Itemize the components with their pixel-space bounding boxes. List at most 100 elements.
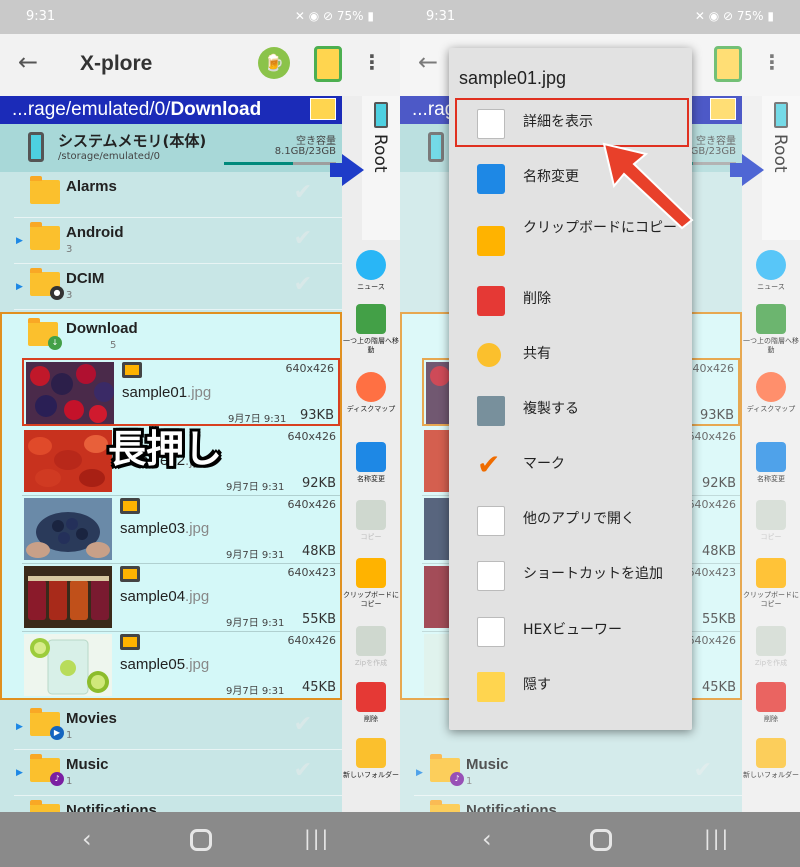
- folder-count: 3: [66, 290, 73, 301]
- hex-viewer-icon: [477, 617, 505, 647]
- strawberries-thumbnail: [24, 430, 112, 492]
- menu-item-hide[interactable]: 隠す: [449, 660, 692, 715]
- folder-count: 1: [66, 730, 73, 741]
- nav-bar: ‹ |||: [400, 812, 800, 867]
- device-switch-icon[interactable]: [314, 46, 342, 82]
- nav-recents-icon[interactable]: |||: [704, 826, 730, 850]
- camera-folder-icon: ●: [30, 268, 64, 300]
- root-label: Root: [370, 134, 390, 173]
- check-icon[interactable]: ✔: [294, 180, 312, 205]
- lime-drink-thumbnail: [24, 634, 112, 696]
- tool-clipboard[interactable]: クリップボードにコピー: [342, 558, 400, 609]
- side-toolbar: Root ニュース 一つ上の階層へ移動 ディスクマップ 名称変更 コピー クリッ…: [330, 96, 400, 812]
- file-resolution: 640x426: [287, 498, 336, 511]
- file-row-sample05[interactable]: sample05.jpg 640x426 9月7日 9:31 45KB: [22, 632, 340, 700]
- file-size: 92KB: [302, 476, 336, 491]
- check-icon[interactable]: ✔: [294, 712, 312, 737]
- expand-arrow-icon[interactable]: ▶: [16, 722, 23, 732]
- folder-name: Music: [66, 756, 109, 773]
- menu-item-open-with[interactable]: 他のアプリで開く: [449, 494, 692, 549]
- path-current: Download: [170, 99, 262, 120]
- expand-arrow-icon[interactable]: ▶: [16, 282, 23, 292]
- folder-alarms[interactable]: Alarms ✔: [14, 172, 342, 218]
- music-folder-icon: ♪: [30, 754, 64, 786]
- check-icon[interactable]: ✔: [294, 272, 312, 297]
- app-bar: ← X-plore 🍺 ⋮: [0, 34, 400, 96]
- path-prefix: ...rage/emulated/0/: [12, 99, 171, 120]
- tool-disk-map[interactable]: ディスクマップ: [342, 372, 400, 414]
- folder-music[interactable]: ▶ ♪ Music 1 ✔: [14, 750, 342, 796]
- menu-item-shortcut[interactable]: ショートカットを追加: [449, 549, 692, 604]
- berries-thumbnail: [26, 362, 114, 424]
- path-bar[interactable]: ...rage/emulated/0/Download: [0, 96, 342, 124]
- folder-count: 1: [66, 776, 73, 787]
- clipboard-icon: [356, 558, 386, 588]
- nav-home-icon[interactable]: [590, 829, 612, 851]
- tool-new-folder[interactable]: 新しいフォルダー: [342, 738, 400, 780]
- file-resolution: 640x426: [285, 362, 334, 375]
- tool-news[interactable]: ニュース: [342, 250, 400, 292]
- blueberries-thumbnail: [24, 498, 112, 560]
- file-name: sample05.jpg: [120, 656, 210, 673]
- beer-icon[interactable]: 🍺: [258, 47, 290, 79]
- download-folder-icon: ↓: [28, 318, 62, 350]
- folder-movies[interactable]: ▶ ▶ Movies 1 ✔: [14, 704, 342, 750]
- free-space-label: 空き容量: [296, 136, 336, 147]
- nav-back-icon[interactable]: ‹: [482, 825, 492, 853]
- storage-usage-bar: [224, 162, 336, 165]
- hide-icon: [477, 672, 505, 702]
- menu-item-hex-viewer[interactable]: HEXビューワー: [449, 605, 692, 660]
- nav-recents-icon[interactable]: |||: [304, 826, 330, 850]
- long-press-annotation: 長押し: [108, 427, 223, 471]
- folder-dcim[interactable]: ▶ ● DCIM 3 ✔: [14, 264, 342, 310]
- open-with-icon: [477, 506, 505, 536]
- tool-go-up[interactable]: 一つ上の階層へ移動: [342, 304, 400, 355]
- tool-zip[interactable]: Zipを作成: [342, 626, 400, 668]
- nav-back-icon[interactable]: ‹: [82, 825, 92, 853]
- tool-rename[interactable]: 名称変更: [342, 442, 400, 484]
- storage-header[interactable]: システムメモリ(本体) /storage/emulated/0 空き容量 8.1…: [0, 124, 342, 172]
- file-date: 9月7日 9:31: [226, 482, 285, 493]
- copy-icon: [356, 500, 386, 530]
- file-row-sample01[interactable]: sample01.jpg 640x426 9月7日 9:31 93KB: [22, 358, 340, 426]
- tool-copy[interactable]: コピー: [342, 500, 400, 542]
- file-resolution: 640x426: [287, 634, 336, 647]
- folder-icon: [30, 176, 60, 204]
- nav-home-icon[interactable]: [190, 829, 212, 851]
- duplicate-icon: [477, 396, 505, 426]
- file-size: 48KB: [302, 544, 336, 559]
- expand-arrow-icon[interactable]: ▶: [16, 236, 23, 246]
- file-row-sample03[interactable]: sample03.jpg 640x426 9月7日 9:31 48KB: [22, 496, 340, 564]
- new-folder-icon: [356, 738, 386, 768]
- rename-icon: [477, 164, 505, 194]
- clipboard-icon: [477, 226, 505, 256]
- tool-delete[interactable]: 削除: [342, 682, 400, 724]
- up-arrow-icon: [356, 304, 386, 334]
- check-icon[interactable]: ✔: [294, 758, 312, 783]
- root-panel[interactable]: Root: [362, 96, 400, 240]
- check-icon[interactable]: ✔: [294, 226, 312, 251]
- file-row-sample04[interactable]: sample04.jpg 640x423 9月7日 9:31 55KB: [22, 564, 340, 632]
- check-icon: ✔: [477, 448, 501, 481]
- file-resolution: 640x423: [287, 566, 336, 579]
- file-date: 9月7日 9:31: [228, 414, 287, 425]
- status-bar: 9:31 ✕ ◉ ⊘ 75% ▮: [0, 0, 400, 34]
- folder-name: Alarms: [66, 178, 117, 195]
- status-bar: 9:31 ✕ ◉ ⊘ 75% ▮: [400, 0, 800, 34]
- folder-icon: [30, 222, 60, 250]
- back-arrow-icon[interactable]: ←: [18, 48, 38, 76]
- download-folder-icon[interactable]: [310, 98, 336, 120]
- menu-item-share[interactable]: 共有: [449, 329, 692, 384]
- menu-item-mark[interactable]: ✔ マーク: [449, 439, 692, 494]
- folder-android[interactable]: ▶ Android 3 ✔: [14, 218, 342, 264]
- file-date: 9月7日 9:31: [226, 550, 285, 561]
- share-icon: [477, 343, 501, 367]
- expand-arrow-icon[interactable]: ▶: [16, 768, 23, 778]
- file-size: 93KB: [300, 408, 334, 423]
- more-options-icon[interactable]: ⋮: [362, 50, 382, 74]
- folder-name: Download: [66, 320, 138, 337]
- menu-item-delete[interactable]: 削除: [449, 274, 692, 329]
- menu-item-duplicate[interactable]: 複製する: [449, 384, 692, 439]
- download-folder-expanded[interactable]: ↓ Download 5 sample01.jpg 640x426 9月7日 9…: [0, 312, 342, 700]
- right-screen: 9:31 ✕ ◉ ⊘ 75% ▮ ← ⋮ ...rage/emulated/0/…: [400, 0, 800, 867]
